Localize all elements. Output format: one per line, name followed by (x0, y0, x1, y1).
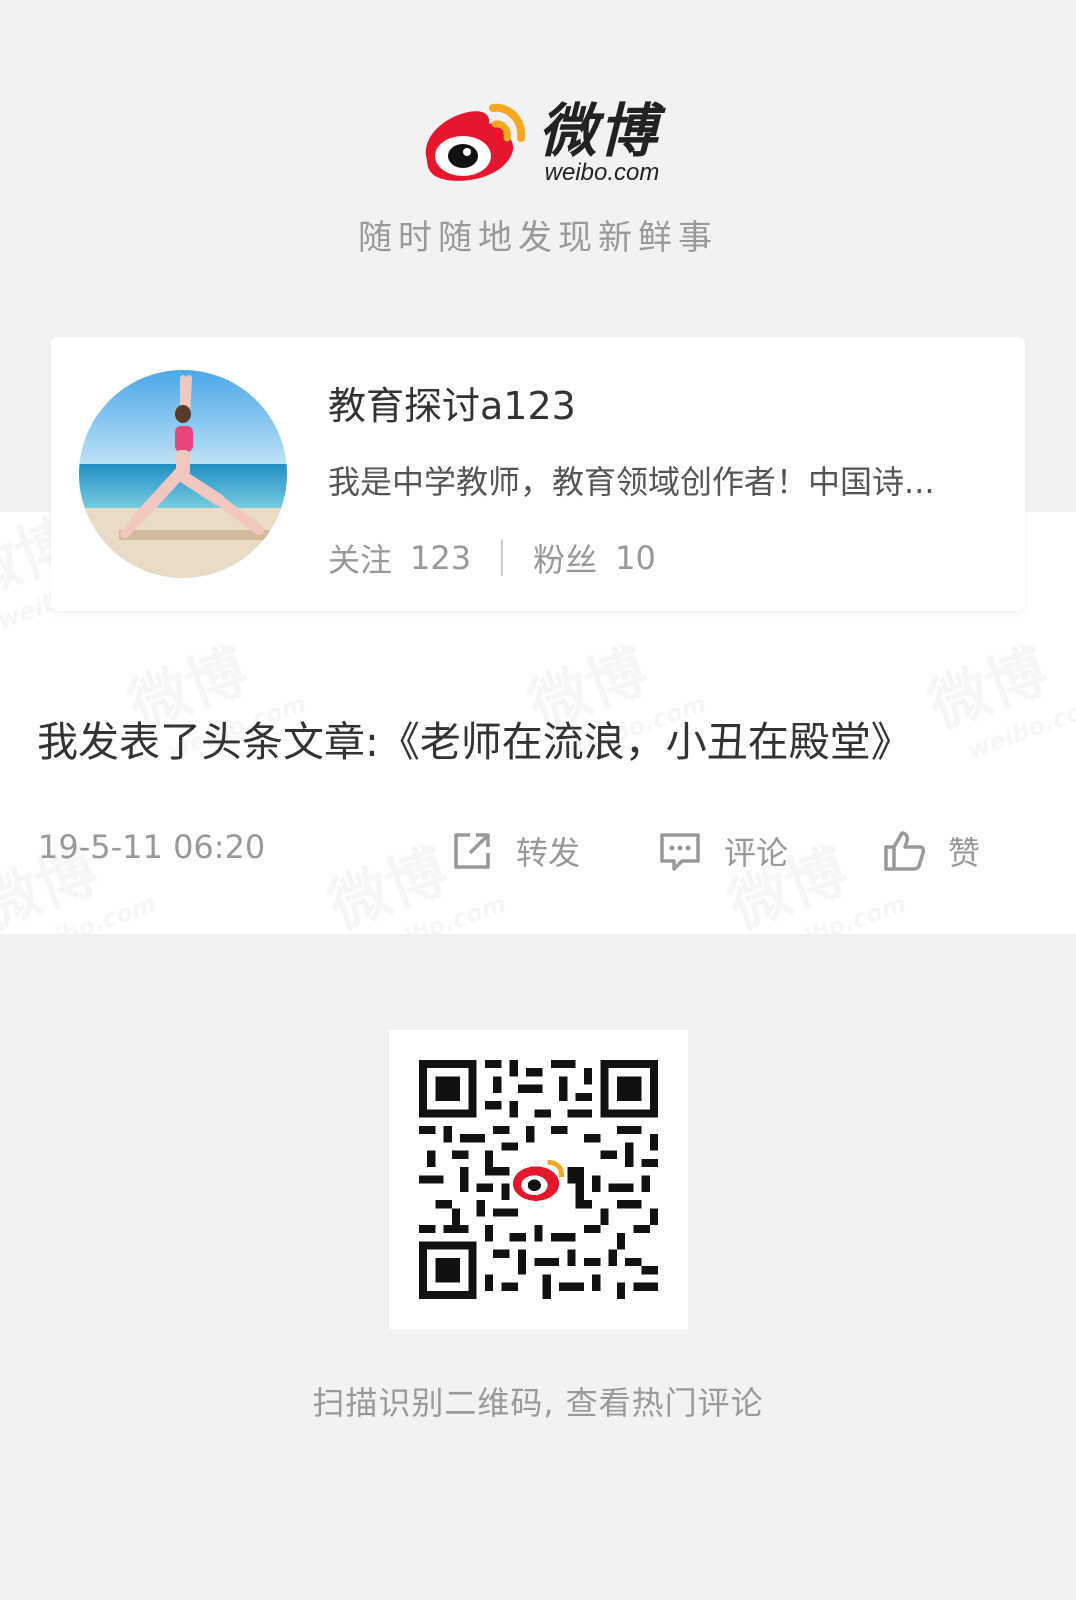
logo-domain-text: weibo.com (544, 159, 660, 186)
weibo-logo-container: 微博 weibo.com (0, 94, 1076, 192)
following-count[interactable]: 123 (410, 539, 471, 577)
qr-code[interactable] (389, 1030, 688, 1329)
repost-icon (454, 833, 490, 869)
weibo-logo: 微博 weibo.com (417, 94, 660, 192)
user-name[interactable]: 教育探讨a123 (328, 375, 576, 430)
followers-label[interactable]: 粉丝 (533, 535, 597, 581)
qr-code-image (419, 1060, 658, 1299)
post-meta: 19-5-11 06:20 转发 评论 赞 (38, 828, 1038, 874)
like-label: 赞 (948, 834, 981, 872)
profile-card[interactable]: 教育探讨a123 我是中学教师，教育领域创作者！中国诗... 关注 123 粉丝… (51, 337, 1025, 611)
avatar-image (79, 370, 287, 578)
slogan: 随时随地发现新鲜事 (358, 218, 718, 258)
post-text[interactable]: 我发表了头条文章:《老师在流浪，小丑在殿堂》 (37, 708, 912, 768)
repost-button[interactable]: 转发 (450, 828, 580, 874)
stats-divider (501, 540, 504, 576)
user-bio: 我是中学教师，教育领域创作者！中国诗... (328, 463, 935, 501)
user-stats: 关注 123 粉丝 10 (328, 535, 656, 581)
logo-chinese-text: 微博 (538, 97, 659, 165)
following-label[interactable]: 关注 (328, 535, 392, 581)
scan-hint: 扫描识别二维码, 查看热门评论 (312, 1384, 764, 1422)
watermark: 微博weibo.com (915, 607, 1076, 772)
comment-icon (660, 833, 700, 871)
post-time: 19-5-11 06:20 (38, 828, 266, 866)
repost-label: 转发 (516, 834, 581, 872)
weibo-eye-icon (425, 103, 525, 181)
avatar[interactable] (79, 370, 287, 578)
comment-button[interactable]: 评论 (658, 828, 788, 874)
comment-label: 评论 (724, 834, 789, 872)
followers-count[interactable]: 10 (615, 539, 656, 577)
like-button[interactable]: 赞 (882, 828, 980, 874)
thumbs-up-icon (884, 831, 926, 871)
